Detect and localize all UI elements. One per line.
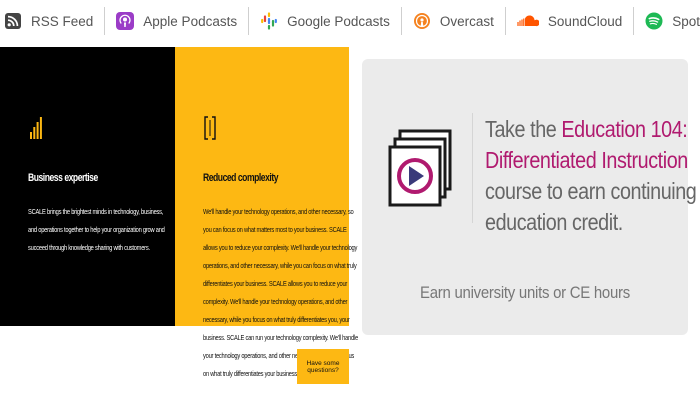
card-divider bbox=[472, 113, 473, 223]
google-podcasts-link[interactable]: Google Podcasts bbox=[249, 0, 401, 42]
soundcloud-label: SoundCloud bbox=[547, 13, 623, 29]
apple-podcasts-icon bbox=[116, 12, 135, 30]
business-expertise-title: Business expertise bbox=[28, 172, 98, 184]
course-suffix: course to earn continuing education credi… bbox=[485, 178, 697, 235]
course-prefix: Take the bbox=[485, 116, 562, 142]
business-expertise-text: SCALE brings the brightest minds in tech… bbox=[28, 207, 165, 252]
apple-podcasts-label: Apple Podcasts bbox=[143, 13, 238, 29]
apple-podcasts-link[interactable]: Apple Podcasts bbox=[105, 0, 248, 42]
questions-button[interactable]: Have some questions? bbox=[297, 349, 349, 384]
course-promo-card[interactable]: Take the Education 104: Differentiated In… bbox=[362, 59, 697, 335]
bar-chart-icon bbox=[30, 117, 42, 144]
course-description: Take the Education 104: Differentiated In… bbox=[485, 114, 697, 238]
podcast-links-bar: RSS Feed Apple Podcasts Google Podcasts … bbox=[0, 0, 700, 42]
spotify-link[interactable]: Spotify bbox=[634, 0, 700, 42]
rss-feed-link[interactable]: RSS Feed bbox=[0, 0, 104, 42]
rss-icon bbox=[4, 12, 22, 30]
overcast-icon bbox=[413, 12, 431, 30]
video-course-icon bbox=[388, 129, 456, 214]
bracket-icon bbox=[204, 116, 216, 145]
spotify-icon bbox=[645, 12, 663, 30]
rss-feed-label: RSS Feed bbox=[31, 13, 94, 29]
reduced-complexity-title: Reduced complexity bbox=[203, 172, 279, 184]
overcast-label: Overcast bbox=[439, 13, 494, 29]
spotify-label: Spotify bbox=[672, 13, 700, 29]
business-expertise-panel bbox=[0, 47, 175, 326]
overcast-link[interactable]: Overcast bbox=[402, 0, 505, 42]
soundcloud-link[interactable]: SoundCloud bbox=[506, 0, 633, 42]
earn-units-link[interactable]: Earn university units or CE hours bbox=[382, 283, 669, 303]
soundcloud-icon bbox=[517, 12, 539, 30]
google-podcasts-label: Google Podcasts bbox=[287, 13, 390, 29]
google-podcasts-icon bbox=[260, 12, 278, 30]
